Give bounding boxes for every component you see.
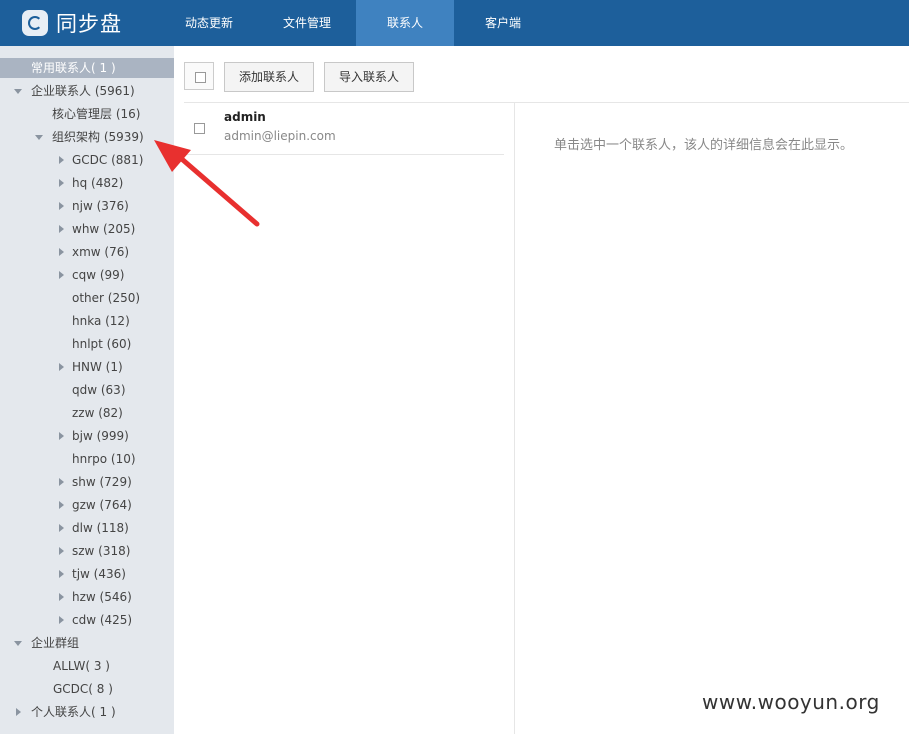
sidebar-item-org[interactable]: 组织架构 (5939) <box>0 127 174 147</box>
sidebar-item-label: cdw (425) <box>72 613 133 627</box>
sidebar-item-org-child[interactable]: GCDC (881) <box>0 150 174 170</box>
sidebar-item-label: szw (318) <box>72 544 131 558</box>
sidebar-item-org-child[interactable]: szw (318) <box>0 541 174 561</box>
sidebar-item-label: hnrpo (10) <box>72 452 136 466</box>
sidebar-item-label: qdw (63) <box>72 383 126 397</box>
toolbar-divider <box>184 102 909 103</box>
chevron-right-icon[interactable] <box>59 179 64 187</box>
sidebar-item-label: 企业联系人 (5961) <box>31 84 135 98</box>
sidebar-item-label: GCDC( 8 ) <box>53 682 113 696</box>
sidebar-item-org-child[interactable]: bjw (999) <box>0 426 174 446</box>
chevron-right-icon[interactable] <box>16 708 21 716</box>
checkbox-icon <box>195 72 206 83</box>
chevron-right-icon[interactable] <box>59 616 64 624</box>
sidebar-item-label: 组织架构 (5939) <box>52 130 144 144</box>
tab-client[interactable]: 客户端 <box>454 0 552 46</box>
sidebar-item-label: other (250) <box>72 291 141 305</box>
sidebar-item-label: hzw (546) <box>72 590 132 604</box>
contact-list-item[interactable]: admin admin@liepin.com <box>184 104 504 155</box>
top-bar: 同步盘 动态更新 文件管理 联系人 客户端 <box>0 0 909 46</box>
sidebar-item-org-child[interactable]: HNW (1) <box>0 357 174 377</box>
sidebar-item-org-child[interactable]: qdw (63) <box>0 380 174 400</box>
sidebar-item-label: whw (205) <box>72 222 136 236</box>
sidebar-item-org-child[interactable]: hnrpo (10) <box>0 449 174 469</box>
chevron-right-icon[interactable] <box>59 593 64 601</box>
select-all-button[interactable] <box>184 62 214 90</box>
sidebar-item-label: gzw (764) <box>72 498 132 512</box>
sidebar-item-groups[interactable]: 企业群组 <box>0 633 174 653</box>
sidebar-item-org-child[interactable]: gzw (764) <box>0 495 174 515</box>
sidebar-item-label: zzw (82) <box>72 406 123 420</box>
tab-updates[interactable]: 动态更新 <box>160 0 258 46</box>
sidebar-item-group-gcdc[interactable]: GCDC( 8 ) <box>0 679 174 699</box>
sidebar-item-label: 企业群组 <box>31 636 80 650</box>
sidebar-item-org-child[interactable]: hq (482) <box>0 173 174 193</box>
sidebar-item-label: 个人联系人( 1 ) <box>31 705 116 719</box>
chevron-right-icon[interactable] <box>59 202 64 210</box>
tab-contacts[interactable]: 联系人 <box>356 0 454 46</box>
sidebar-item-label: 核心管理层 (16) <box>52 107 141 121</box>
sidebar-item-org-child[interactable]: zzw (82) <box>0 403 174 423</box>
sidebar-item-org-child[interactable]: njw (376) <box>0 196 174 216</box>
sidebar-item-org-child[interactable]: cqw (99) <box>0 265 174 285</box>
sidebar-item-org-child[interactable]: dlw (118) <box>0 518 174 538</box>
sidebar-item-org-child[interactable]: whw (205) <box>0 219 174 239</box>
add-contact-button[interactable]: 添加联系人 <box>224 62 315 92</box>
chevron-down-icon[interactable] <box>14 641 22 646</box>
sync-logo-icon <box>22 10 48 36</box>
contacts-sidebar: 常用联系人( 1 ) 企业联系人 (5961) 核心管理层 (16) 组织架构 … <box>0 46 174 734</box>
sidebar-item-org-child[interactable]: shw (729) <box>0 472 174 492</box>
chevron-right-icon[interactable] <box>59 248 64 256</box>
chevron-right-icon[interactable] <box>59 570 64 578</box>
sidebar-item-label: hq (482) <box>72 176 124 190</box>
sidebar-item-label: HNW (1) <box>72 360 123 374</box>
main-nav: 动态更新 文件管理 联系人 客户端 <box>160 0 552 46</box>
chevron-right-icon[interactable] <box>59 478 64 486</box>
sidebar-item-frequent[interactable]: 常用联系人( 1 ) <box>0 58 174 78</box>
sidebar-item-label: shw (729) <box>72 475 132 489</box>
chevron-right-icon[interactable] <box>59 156 64 164</box>
chevron-right-icon[interactable] <box>59 225 64 233</box>
sidebar-item-label: dlw (118) <box>72 521 129 535</box>
sidebar-item-label: ALLW( 3 ) <box>53 659 110 673</box>
chevron-right-icon[interactable] <box>59 501 64 509</box>
tab-files[interactable]: 文件管理 <box>258 0 356 46</box>
chevron-right-icon[interactable] <box>59 363 64 371</box>
watermark: www.wooyun.org <box>702 690 880 714</box>
contact-name: admin <box>224 110 266 124</box>
sidebar-item-org-child[interactable]: other (250) <box>0 288 174 308</box>
sidebar-item-label: hnka (12) <box>72 314 130 328</box>
sidebar-item-label: cqw (99) <box>72 268 125 282</box>
sidebar-item-label: bjw (999) <box>72 429 129 443</box>
chevron-right-icon[interactable] <box>59 524 64 532</box>
chevron-right-icon[interactable] <box>59 547 64 555</box>
column-divider <box>514 103 515 734</box>
contact-checkbox[interactable] <box>194 123 205 134</box>
sidebar-item-label: tjw (436) <box>72 567 126 581</box>
chevron-right-icon[interactable] <box>59 432 64 440</box>
chevron-down-icon[interactable] <box>35 135 43 140</box>
app-title: 同步盘 <box>56 12 122 36</box>
sidebar-item-org-child[interactable]: hzw (546) <box>0 587 174 607</box>
sidebar-item-org-child[interactable]: tjw (436) <box>0 564 174 584</box>
sidebar-item-enterprise[interactable]: 企业联系人 (5961) <box>0 81 174 101</box>
sidebar-item-core[interactable]: 核心管理层 (16) <box>0 104 174 124</box>
sidebar-item-personal[interactable]: 个人联系人( 1 ) <box>0 702 174 722</box>
sidebar-item-org-child[interactable]: hnka (12) <box>0 311 174 331</box>
sidebar-item-label: hnlpt (60) <box>72 337 132 351</box>
sidebar-item-org-child[interactable]: hnlpt (60) <box>0 334 174 354</box>
import-contacts-button[interactable]: 导入联系人 <box>324 62 415 92</box>
chevron-down-icon[interactable] <box>14 89 22 94</box>
sidebar-item-org-child[interactable]: xmw (76) <box>0 242 174 262</box>
sidebar-item-label: 常用联系人( 1 ) <box>31 61 116 75</box>
detail-placeholder-text: 单击选中一个联系人，该人的详细信息会在此显示。 <box>554 138 854 153</box>
sidebar-item-label: xmw (76) <box>72 245 130 259</box>
sidebar-item-org-child[interactable]: cdw (425) <box>0 610 174 630</box>
contact-email: admin@liepin.com <box>224 129 336 143</box>
sidebar-item-label: njw (376) <box>72 199 129 213</box>
chevron-right-icon[interactable] <box>59 271 64 279</box>
sidebar-item-group-allw[interactable]: ALLW( 3 ) <box>0 656 174 676</box>
sidebar-item-label: GCDC (881) <box>72 153 144 167</box>
app-logo[interactable]: 同步盘 <box>22 8 122 38</box>
